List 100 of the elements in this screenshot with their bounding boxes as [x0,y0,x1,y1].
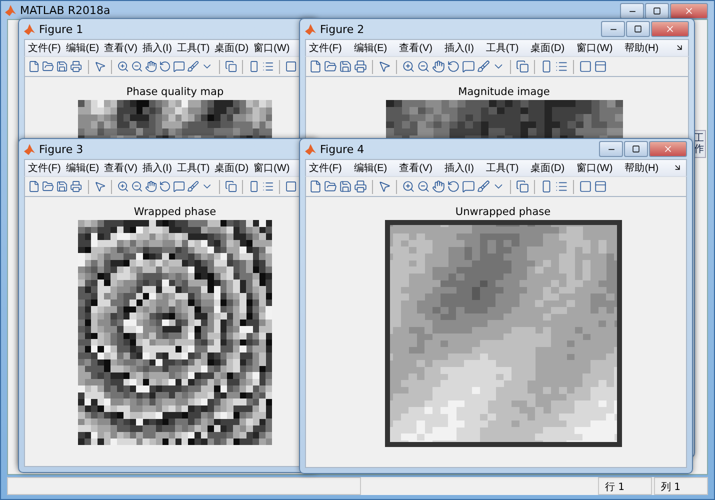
minimize-button[interactable] [620,3,644,19]
save-icon[interactable] [56,60,68,73]
menu-item[interactable]: 文件(F) [309,41,342,55]
matlab-logo-icon [24,24,35,34]
save-icon[interactable] [339,60,352,73]
axes-title: Unwrapped phase [455,206,551,218]
menu-item[interactable]: 工具(T) [486,41,519,55]
window-title: MATLAB R2018a [20,4,110,16]
menu-item[interactable]: 窗口(W) [576,161,613,175]
close-button[interactable] [670,3,708,19]
menu-item[interactable]: 编辑(E) [354,161,388,175]
copy-icon[interactable] [516,60,529,73]
zoom-out-icon[interactable] [130,180,143,193]
pointer-icon[interactable] [94,60,106,73]
zoom-out-icon[interactable] [417,180,430,193]
copy-icon[interactable] [224,60,237,73]
open-folder-icon[interactable] [324,60,337,73]
menu-item[interactable]: 窗口(W) [576,41,613,55]
colorbar-icon[interactable] [540,60,553,73]
save-icon[interactable] [339,180,352,193]
square-icon[interactable] [284,180,297,193]
menu-item[interactable]: 文件(F) [28,41,61,55]
menu-item[interactable]: 桌面(D) [530,161,565,175]
copy-icon[interactable] [224,180,237,193]
menu-item[interactable]: 工具(T) [176,161,210,175]
new-file-icon[interactable] [28,60,40,73]
copy-icon[interactable] [516,180,529,193]
menu-item[interactable]: 查看(V) [104,41,138,55]
menu-item[interactable]: 插入(I) [444,41,474,55]
menu-item[interactable]: 窗口(W) [254,161,290,175]
menu-item[interactable]: 查看(V) [104,161,138,175]
zoom-out-icon[interactable] [130,60,143,73]
maximize-button[interactable] [624,141,648,157]
data-tip-icon[interactable] [173,60,186,73]
menu-item[interactable]: 文件(F) [28,161,61,175]
menu-item[interactable]: 工具(T) [176,41,210,55]
data-tip-icon[interactable] [462,180,475,193]
row-indicator: 行 1 [598,477,652,495]
print-icon[interactable] [354,60,367,73]
zoom-out-icon[interactable] [417,60,430,73]
menu-item[interactable]: 窗口(W) [254,41,290,55]
zoom-in-icon[interactable] [402,180,415,193]
rotate-icon[interactable] [159,180,172,193]
maximize-button[interactable] [626,21,650,37]
menu-item[interactable]: 桌面(D) [214,41,249,55]
menu-item[interactable]: 编辑(E) [66,41,100,55]
hand-icon[interactable] [144,60,157,73]
new-file-icon[interactable] [309,60,322,73]
menu-item[interactable]: 查看(V) [399,161,432,175]
square-icon[interactable] [579,60,592,73]
hand-icon[interactable] [432,60,445,73]
panel-icon[interactable] [594,60,607,73]
open-folder-icon[interactable] [42,60,54,73]
pointer-icon[interactable] [378,180,391,193]
square-icon[interactable] [579,180,592,193]
hand-icon[interactable] [144,180,157,193]
new-file-icon[interactable] [309,180,322,193]
colorbar-icon[interactable] [248,180,260,193]
brush-icon[interactable] [477,60,490,73]
open-folder-icon[interactable] [42,180,54,193]
menu-item[interactable]: 编辑(E) [354,41,388,55]
menu-item[interactable]: 文件(F) [309,161,342,175]
dock-arrow-icon[interactable] [673,163,682,172]
menu-item[interactable]: 桌面(D) [530,41,565,55]
maximize-icon [632,145,640,153]
print-icon[interactable] [354,180,367,193]
menu-item[interactable]: 帮助(H) [624,41,659,55]
save-icon[interactable] [56,180,68,193]
brush-icon[interactable] [477,180,490,193]
print-icon[interactable] [70,60,83,73]
square-icon[interactable] [284,60,297,73]
brush-icon[interactable] [187,180,200,193]
menu-item[interactable]: 帮助(H) [624,161,659,175]
menu-item[interactable]: 插入(I) [142,161,172,175]
colorbar-icon[interactable] [540,180,553,193]
menu-item[interactable]: 工具(T) [486,161,519,175]
new-file-icon[interactable] [28,180,40,193]
rotate-icon[interactable] [447,60,460,73]
menu-item[interactable]: 插入(I) [444,161,474,175]
menu-item[interactable]: 插入(I) [142,41,172,55]
zoom-in-icon[interactable] [116,180,129,193]
zoom-in-icon[interactable] [116,60,129,73]
menu-item[interactable]: 编辑(E) [66,161,100,175]
menu-item[interactable]: 查看(V) [399,41,432,55]
data-tip-icon[interactable] [173,180,186,193]
data-tip-icon[interactable] [462,60,475,73]
pointer-icon[interactable] [378,60,391,73]
rotate-icon[interactable] [447,180,460,193]
brush-icon[interactable] [187,60,200,73]
panel-icon[interactable] [594,180,607,193]
dock-arrow-icon[interactable] [675,43,684,52]
colorbar-icon[interactable] [248,60,260,73]
maximize-button[interactable] [645,3,669,19]
open-folder-icon[interactable] [324,180,337,193]
zoom-in-icon[interactable] [402,60,415,73]
hand-icon[interactable] [432,180,445,193]
rotate-icon[interactable] [159,60,172,73]
print-icon[interactable] [70,180,83,193]
pointer-icon[interactable] [94,180,106,193]
menu-item[interactable]: 桌面(D) [214,161,249,175]
